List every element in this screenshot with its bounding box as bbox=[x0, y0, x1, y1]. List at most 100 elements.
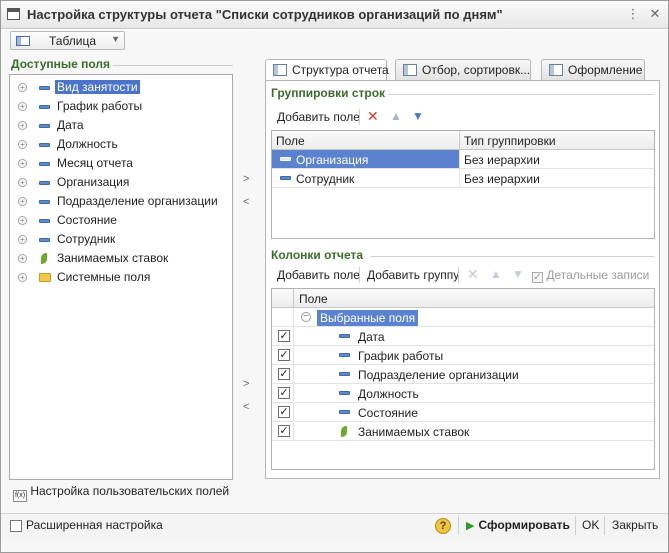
expand-icon[interactable]: + bbox=[18, 235, 27, 244]
cell-field: Сотрудник bbox=[296, 172, 355, 186]
column-divider bbox=[293, 422, 294, 441]
add-column-arrow-button[interactable]: > bbox=[243, 378, 249, 390]
column-header-field[interactable]: Поле bbox=[276, 134, 305, 148]
detail-records-label: Детальные записи bbox=[546, 268, 650, 282]
detail-records-toggle[interactable]: ✓ Детальные записи bbox=[532, 268, 649, 283]
expand-icon[interactable]: + bbox=[18, 159, 27, 168]
tree-item-mesyats-otcheta[interactable]: + Месяц отчета bbox=[10, 154, 232, 173]
table-row[interactable]: ✓ График работы bbox=[272, 346, 654, 365]
table-header: Поле Тип группировки bbox=[272, 131, 654, 150]
report-columns-table[interactable]: Поле − Выбранные поля ✓ Дата ✓ График ра… bbox=[271, 288, 655, 470]
field-icon bbox=[39, 219, 50, 223]
cell-field: Подразделение организации bbox=[358, 368, 519, 382]
detail-records-checkbox[interactable]: ✓ bbox=[532, 272, 543, 283]
extended-settings-checkbox[interactable] bbox=[10, 520, 22, 532]
field-icon bbox=[280, 176, 291, 180]
title-bar: Настройка структуры отчета "Списки сотру… bbox=[1, 1, 668, 29]
column-divider bbox=[293, 327, 294, 346]
row-groups-heading: Группировки строк bbox=[271, 86, 386, 100]
include-checkbox[interactable]: ✓ bbox=[278, 330, 290, 342]
field-label: Организация bbox=[296, 153, 369, 167]
table-row[interactable]: ✓ Подразделение организации bbox=[272, 365, 654, 384]
include-checkbox[interactable]: ✓ bbox=[278, 368, 290, 380]
tree-item-grafik-raboty[interactable]: + График работы bbox=[10, 97, 232, 116]
tree-item-zanimaemykh-stavok[interactable]: + Занимаемых ставок bbox=[10, 249, 232, 268]
expand-icon[interactable]: + bbox=[18, 140, 27, 149]
tree-item-sistemnye-polya[interactable]: + Системные поля bbox=[10, 268, 232, 287]
column-header-field[interactable]: Поле bbox=[299, 292, 328, 306]
cell-field: Состояние bbox=[358, 406, 418, 420]
table-row[interactable]: ✓ Занимаемых ставок bbox=[272, 422, 654, 441]
tree-item-dolzhnost[interactable]: + Должность bbox=[10, 135, 232, 154]
include-checkbox[interactable]: ✓ bbox=[278, 406, 290, 418]
expand-icon[interactable]: + bbox=[18, 216, 27, 225]
expand-icon[interactable]: + bbox=[18, 102, 27, 111]
tab-appearance[interactable]: Оформление bbox=[541, 59, 645, 80]
move-down-icon[interactable]: ▼ bbox=[512, 267, 524, 281]
include-checkbox[interactable]: ✓ bbox=[278, 349, 290, 361]
close-icon[interactable]: ✕ bbox=[647, 6, 663, 22]
tree-item-organizatsiya[interactable]: + Организация bbox=[10, 173, 232, 192]
row-groups-add-field-button[interactable]: Добавить поле bbox=[277, 110, 360, 124]
more-icon[interactable]: ⋮ bbox=[625, 6, 641, 22]
table-row[interactable]: ✓ Состояние bbox=[272, 403, 654, 422]
table-row[interactable]: ✓ Дата bbox=[272, 327, 654, 346]
table-row[interactable]: Сотрудник Без иерархии bbox=[272, 169, 654, 188]
cell-field: Организация bbox=[272, 150, 459, 168]
tree-item-label: Месяц отчета bbox=[57, 156, 133, 170]
tree-item-label: График работы bbox=[57, 99, 143, 113]
move-up-icon[interactable]: ▲ bbox=[390, 109, 402, 123]
window-title: Настройка структуры отчета "Списки сотру… bbox=[27, 7, 503, 22]
field-icon bbox=[39, 200, 50, 204]
row-groups-table[interactable]: Поле Тип группировки Организация Без иер… bbox=[271, 130, 655, 239]
tree-item-podrazdelenie[interactable]: + Подразделение организации bbox=[10, 192, 232, 211]
columns-add-field-button[interactable]: Добавить поле bbox=[277, 268, 360, 282]
toolbar-separator bbox=[359, 109, 360, 125]
custom-fields-link[interactable]: f(x) Настройка пользовательских полей bbox=[13, 484, 229, 502]
include-checkbox[interactable]: ✓ bbox=[278, 387, 290, 399]
move-down-icon[interactable]: ▼ bbox=[412, 109, 424, 123]
expand-icon[interactable]: + bbox=[18, 178, 27, 187]
window-icon bbox=[7, 8, 20, 20]
available-fields-tree[interactable]: + Вид занятости + График работы + Дата +… bbox=[9, 74, 233, 480]
tab-filter-sort[interactable]: Отбор, сортировк... bbox=[395, 59, 531, 80]
report-columns-heading: Колонки отчета bbox=[271, 248, 364, 262]
move-up-icon[interactable]: ▲ bbox=[490, 267, 502, 281]
remove-column-arrow-button[interactable]: < bbox=[243, 401, 249, 413]
expand-icon[interactable]: + bbox=[18, 273, 27, 282]
tree-item-label: Должность bbox=[57, 137, 118, 151]
table-row[interactable]: ✓ Должность bbox=[272, 384, 654, 403]
table-row[interactable]: Организация Без иерархии bbox=[272, 150, 654, 169]
expand-icon[interactable]: + bbox=[18, 121, 27, 130]
include-checkbox[interactable]: ✓ bbox=[278, 425, 290, 437]
column-divider bbox=[293, 365, 294, 384]
expand-icon[interactable]: + bbox=[18, 83, 27, 92]
ok-button[interactable]: OK bbox=[582, 518, 599, 532]
close-button[interactable]: Закрыть bbox=[612, 518, 658, 532]
tab-structure[interactable]: Структура отчета bbox=[265, 59, 389, 81]
column-header-group-type[interactable]: Тип группировки bbox=[464, 134, 556, 148]
field-icon bbox=[39, 181, 50, 185]
tree-item-sostoyanie[interactable]: + Состояние bbox=[10, 211, 232, 230]
delete-icon[interactable]: ✕ bbox=[367, 108, 379, 125]
resource-icon bbox=[341, 426, 347, 437]
table-icon bbox=[16, 36, 30, 46]
field-icon bbox=[339, 334, 350, 338]
expand-icon[interactable]: + bbox=[18, 197, 27, 206]
collapse-icon[interactable]: − bbox=[301, 312, 311, 322]
columns-add-group-button[interactable]: Добавить группу bbox=[367, 268, 459, 282]
table-row-group[interactable]: − Выбранные поля bbox=[272, 308, 654, 327]
view-mode-select[interactable]: Таблица ▼ bbox=[10, 31, 125, 50]
tree-item-sotrudnik[interactable]: + Сотрудник bbox=[10, 230, 232, 249]
add-field-arrow-button[interactable]: > bbox=[243, 173, 249, 185]
heading-divider bbox=[388, 94, 654, 95]
remove-field-arrow-button[interactable]: < bbox=[243, 196, 249, 208]
help-icon[interactable]: ? bbox=[435, 518, 451, 534]
field-icon bbox=[39, 143, 50, 147]
tree-item-vid-zanyatosti[interactable]: + Вид занятости bbox=[10, 78, 232, 97]
expand-icon[interactable]: + bbox=[18, 254, 27, 263]
toolbar-separator bbox=[359, 267, 360, 283]
tree-item-data[interactable]: + Дата bbox=[10, 116, 232, 135]
delete-icon[interactable]: ✕ bbox=[467, 266, 479, 283]
generate-button[interactable]: ▶ Сформировать bbox=[466, 518, 570, 532]
